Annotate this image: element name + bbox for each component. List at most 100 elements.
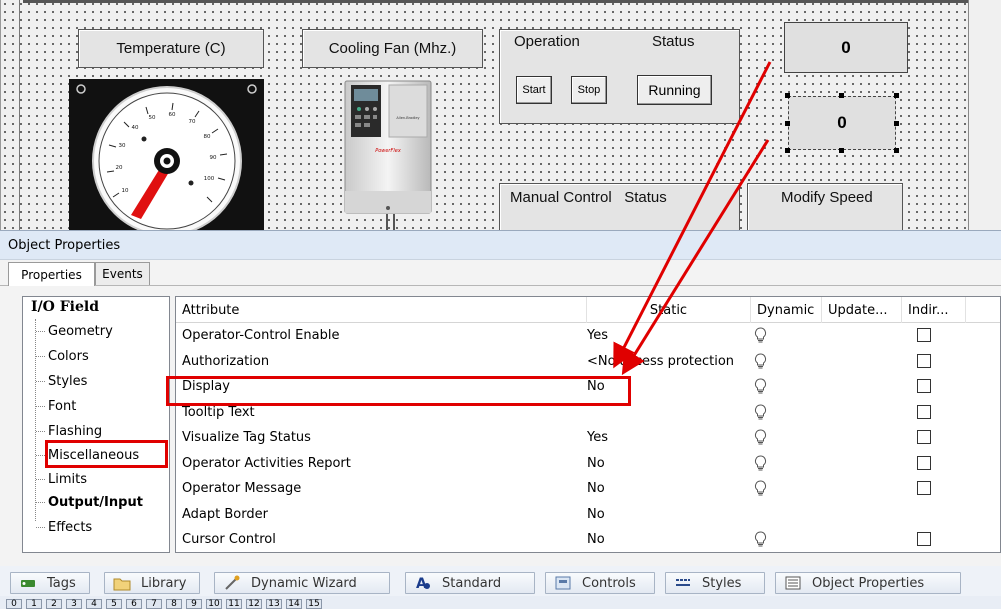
dynamic-bulb-icon[interactable] [754, 403, 767, 420]
table-row[interactable]: Operator-Control Enable Yes [176, 323, 1000, 349]
tree-root-io-field[interactable]: I/O Field [31, 299, 99, 315]
column-header-attribute[interactable]: Attribute [176, 297, 587, 323]
static-value-cell[interactable]: Yes [581, 323, 751, 348]
hmi-design-canvas[interactable]: Temperature (C) Cooling Fan (Mhz.) Opera… [0, 0, 1001, 230]
layer-number-cell[interactable]: 5 [106, 599, 122, 609]
column-header-update[interactable]: Update... [822, 297, 902, 323]
static-value-cell[interactable]: No [581, 502, 751, 527]
tree-item-effects[interactable]: Effects [36, 517, 92, 537]
tree-item-font[interactable]: Font [36, 396, 76, 416]
layer-number-cell[interactable]: 12 [246, 599, 262, 609]
temperature-gauge[interactable]: 10 20 30 40 50 60 70 80 90 100 [69, 79, 264, 230]
layer-number-cell[interactable]: 7 [146, 599, 162, 609]
stop-button[interactable]: Stop [571, 76, 607, 104]
dynamic-bulb-icon[interactable] [754, 352, 767, 369]
attribute-name-cell: Operator Activities Report [182, 455, 351, 471]
tree-item-output-input[interactable]: Output/Input [36, 492, 143, 512]
tree-item-geometry-label: Geometry [48, 323, 113, 339]
column-header-dynamic[interactable]: Dynamic [751, 297, 822, 323]
layer-number-cell[interactable]: 9 [186, 599, 202, 609]
selection-handle-e[interactable] [894, 121, 899, 126]
indirect-checkbox[interactable] [917, 532, 931, 546]
layer-number-cell[interactable]: 6 [126, 599, 142, 609]
tab-styles[interactable]: Styles [665, 572, 765, 594]
tree-item-geometry[interactable]: Geometry [36, 321, 113, 341]
properties-body: I/O Field Geometry Colors Styles Font Fl… [0, 286, 1001, 566]
dynamic-bulb-icon[interactable] [754, 429, 767, 445]
layer-number-cell[interactable]: 10 [206, 599, 222, 609]
column-header-update-label: Update... [828, 302, 888, 318]
static-value-cell[interactable]: No [581, 476, 751, 501]
layer-number-cell[interactable]: 14 [286, 599, 302, 609]
operation-title: Operation [514, 33, 580, 50]
tree-item-limits[interactable]: Limits [36, 469, 87, 489]
attribute-grid[interactable]: Attribute Static Dynamic Update... Indir… [175, 296, 1001, 553]
tab-events[interactable]: Events [95, 262, 150, 285]
running-status-indicator[interactable]: Running [637, 75, 712, 105]
dynamic-bulb-icon[interactable] [754, 480, 767, 496]
selection-handle-se[interactable] [894, 148, 899, 153]
io-field-top[interactable]: 0 [784, 22, 908, 73]
gauge-tick-40: 40 [132, 125, 139, 131]
selection-handle-ne[interactable] [894, 93, 899, 98]
indirect-checkbox[interactable] [917, 379, 931, 393]
io-field-selected[interactable]: 0 [788, 96, 896, 150]
tab-standard[interactable]: A Standard [405, 572, 535, 594]
table-row[interactable]: Authorization <No access protection [176, 349, 1000, 375]
dynamic-bulb-icon[interactable] [754, 378, 767, 394]
indirect-checkbox[interactable] [917, 404, 931, 419]
cooling-fan-label[interactable]: Cooling Fan (Mhz.) [302, 29, 483, 68]
table-row[interactable]: Cursor Control No [176, 527, 1000, 552]
indirect-checkbox[interactable] [917, 353, 931, 368]
static-value-cell[interactable]: No [581, 451, 751, 476]
selection-handle-nw[interactable] [785, 93, 790, 98]
table-row[interactable]: Adapt Border No [176, 502, 1000, 528]
layer-number-cell[interactable]: 11 [226, 599, 242, 609]
temperature-label[interactable]: Temperature (C) [78, 29, 264, 68]
indirect-checkbox[interactable] [917, 455, 931, 470]
layer-number-cell[interactable]: 15 [306, 599, 322, 609]
start-button[interactable]: Start [516, 76, 552, 104]
layer-number-cell[interactable]: 3 [66, 599, 82, 609]
tab-dynamic-wizard[interactable]: Dynamic Wizard [214, 572, 390, 594]
table-row[interactable]: Visualize Tag Status Yes [176, 425, 1000, 451]
modify-speed-group[interactable]: Modify Speed [747, 183, 903, 230]
tab-controls[interactable]: Controls [545, 572, 655, 594]
selection-handle-w[interactable] [785, 121, 790, 126]
static-value-cell[interactable]: <No access protection [581, 349, 751, 374]
tab-tags[interactable]: Tags [10, 572, 90, 594]
cooling-fan-drive-image[interactable]: Allen-Bradley PowerFlex [341, 79, 435, 214]
indirect-checkbox[interactable] [917, 328, 931, 342]
table-row[interactable]: Operator Activities Report No [176, 451, 1000, 477]
layer-number-cell[interactable]: 1 [26, 599, 42, 609]
selection-handle-s[interactable] [839, 148, 844, 153]
property-category-tree[interactable]: I/O Field Geometry Colors Styles Font Fl… [22, 296, 170, 553]
tab-library[interactable]: Library [104, 572, 200, 594]
gauge-tick-10: 10 [122, 188, 129, 194]
static-value-cell[interactable]: No [581, 527, 751, 552]
dynamic-bulb-icon[interactable] [754, 327, 767, 343]
tree-item-colors[interactable]: Colors [36, 346, 89, 366]
layer-number-cell[interactable]: 0 [6, 599, 22, 609]
tab-properties[interactable]: Properties [8, 262, 95, 286]
manual-control-group[interactable]: Manual Control Status [499, 183, 740, 230]
selection-handle-n[interactable] [839, 93, 844, 98]
column-header-indirect[interactable]: Indir... [902, 297, 966, 323]
dynamic-bulb-icon[interactable] [754, 454, 767, 471]
selection-handle-sw[interactable] [785, 148, 790, 153]
tree-item-styles[interactable]: Styles [36, 371, 87, 391]
tree-item-flashing[interactable]: Flashing [36, 421, 102, 441]
operation-status-group[interactable]: Operation Status Start Stop Running [499, 29, 740, 124]
layer-number-cell[interactable]: 8 [166, 599, 182, 609]
indirect-checkbox[interactable] [917, 481, 931, 495]
tab-object-properties[interactable]: Object Properties [775, 572, 961, 594]
layer-number-cell[interactable]: 2 [46, 599, 62, 609]
indirect-checkbox[interactable] [917, 430, 931, 444]
tree-item-flashing-label: Flashing [48, 423, 103, 439]
static-value-cell[interactable]: Yes [581, 425, 751, 450]
layer-number-cell[interactable]: 13 [266, 599, 282, 609]
dynamic-bulb-icon[interactable] [754, 531, 767, 547]
table-row[interactable]: Operator Message No [176, 476, 1000, 502]
column-header-static[interactable]: Static [587, 297, 751, 323]
layer-number-cell[interactable]: 4 [86, 599, 102, 609]
